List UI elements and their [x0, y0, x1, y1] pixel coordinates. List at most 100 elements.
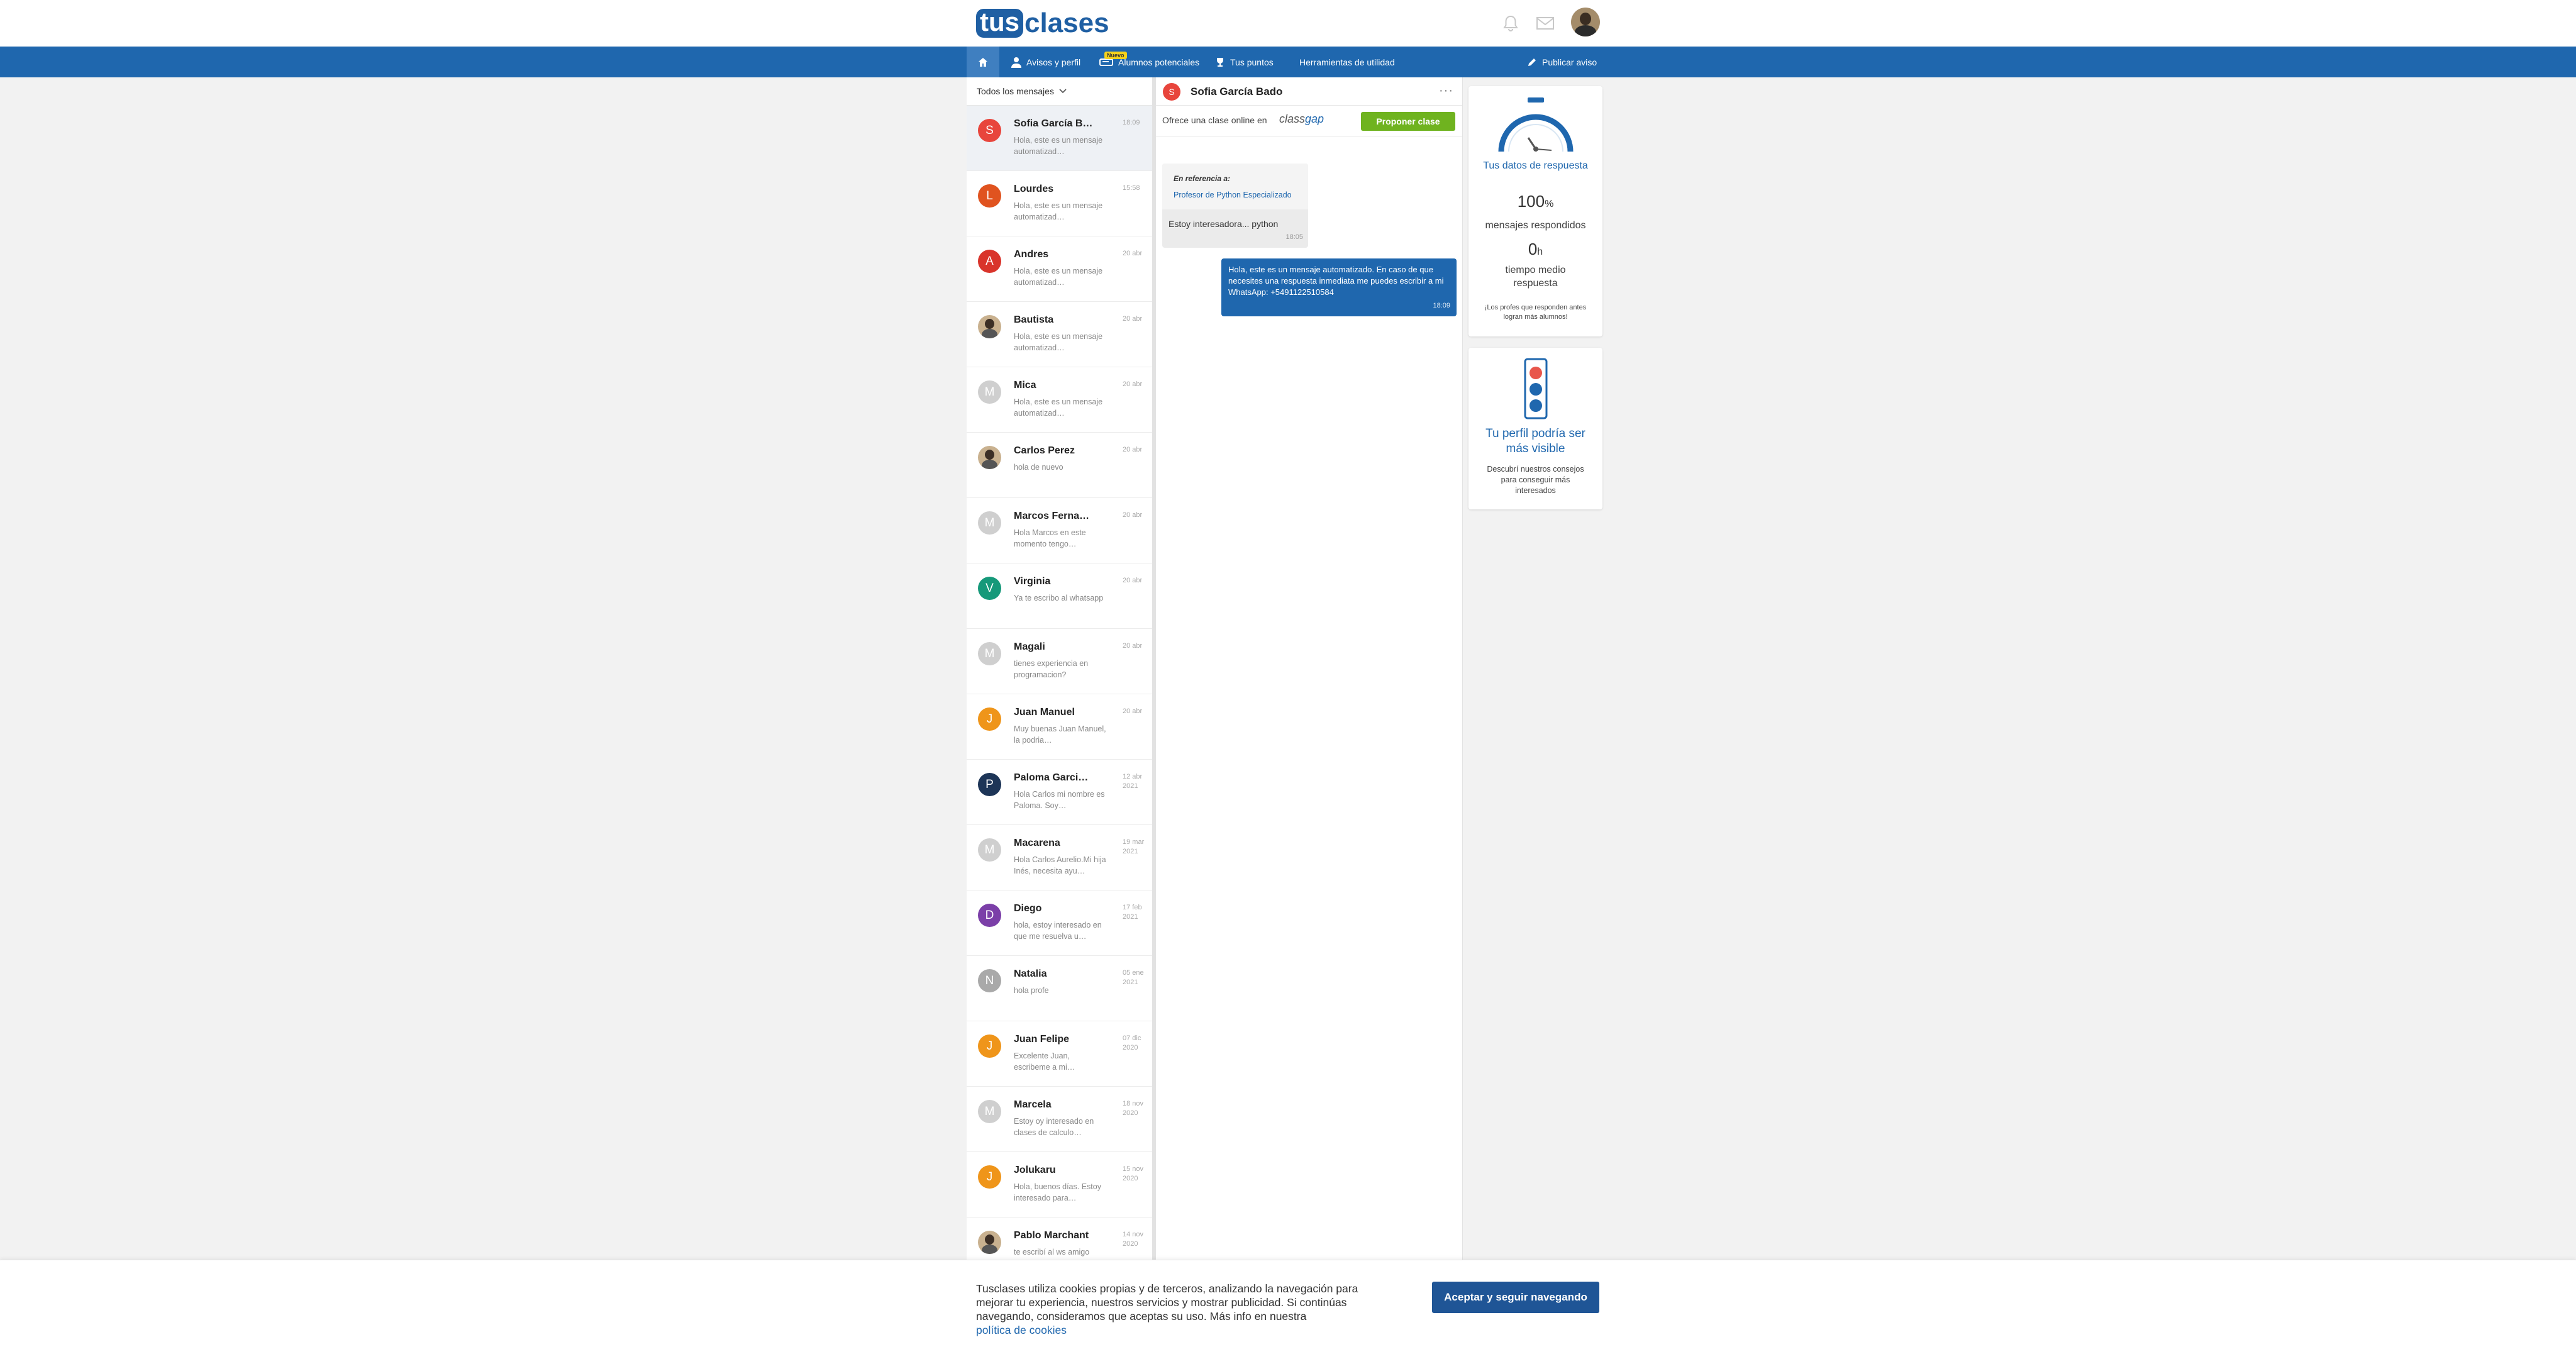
message-preview: Excelente Juan, escribeme a mi…	[1014, 1051, 1075, 1072]
conversation-item[interactable]: D Diego 17 feb 2021 hola, estoy interesado …	[967, 890, 1152, 956]
conversation-item[interactable]: M Mica 20 abr Hola, este es un mensaje auto…	[967, 367, 1152, 433]
contact-avatar: J	[978, 707, 1001, 731]
message-preview: Hola, este es un mensaje automatizad…	[1014, 136, 1103, 156]
conversation-items: S Sofia García B… 18:09 Hola, este es un me…	[967, 106, 1152, 1283]
conversation-item[interactable]: L Lourdes 15:58 Hola, este es un mensaje au…	[967, 171, 1152, 236]
conversation-item[interactable]: A Andres 20 abr Hola, este es un mensaje au…	[967, 236, 1152, 302]
conversation-item[interactable]: S Sofia García B… 18:09 Hola, este es un me…	[967, 106, 1152, 171]
user-icon	[1011, 57, 1021, 68]
contact-avatar: N	[978, 969, 1001, 992]
message-date: 07 dic 2020	[1123, 1035, 1141, 1051]
chevron-down-icon	[1059, 89, 1067, 94]
message-preview: hola, estoy interesado en que me resuelv…	[1014, 921, 1102, 941]
contact-name: Sofia García B…	[1014, 118, 1093, 129]
contact-name: Mica	[1014, 380, 1036, 391]
time-number: 0	[1528, 240, 1538, 258]
message-date: 20 abr	[1123, 577, 1143, 584]
contact-avatar: S	[1163, 83, 1180, 101]
filter-label: Todos los mensajes	[977, 86, 1054, 96]
nav-label: Alumnos potenciales	[1118, 57, 1200, 67]
nav-label: Avisos y perfil	[1026, 57, 1081, 67]
conversation-item[interactable]: V Virginia 20 abr Ya te escribo al whatsapp	[967, 563, 1152, 629]
conversation-item[interactable]: J Jolukaru 15 nov 2020 Hola, buenos días. E…	[967, 1152, 1152, 1218]
nav-publicar-aviso[interactable]: Publicar aviso	[1527, 47, 1597, 77]
contact-name: Marcos Ferna…	[1014, 511, 1090, 521]
message-preview: te escribí al ws amigo	[1014, 1248, 1090, 1256]
incoming-time: 18:05	[1285, 233, 1303, 241]
message-date: 19 mar 2021	[1123, 838, 1145, 855]
response-footnote: ¡Los profes que responden antes logran m…	[1484, 304, 1587, 321]
contact-avatar: J	[978, 1035, 1001, 1058]
user-avatar[interactable]	[1571, 8, 1600, 36]
visibility-text: Descubrí nuestros consejos para consegui…	[1487, 465, 1584, 495]
conversation-item[interactable]: M Marcos Ferna… 20 abr Hola Marcos en este …	[967, 498, 1152, 563]
contact-name: Magali	[1014, 641, 1045, 652]
nav-home[interactable]	[967, 47, 999, 77]
time-value: 0h	[1468, 240, 1602, 259]
chat-header: S Sofia García Bado ···	[1156, 77, 1462, 106]
chat-panel: S Sofia García Bado ··· Ofrece una clase…	[1156, 77, 1463, 1260]
top-header: tus clases	[0, 0, 2576, 47]
conversation-item[interactable]: P Paloma Garci… 12 abr 2021 Hola Carlos mi …	[967, 760, 1152, 825]
conversation-item[interactable]: Bautista 20 abr Hola, este es un mensaje a…	[967, 302, 1152, 367]
response-stats-card: Tus datos de respuesta 100% mensajes res…	[1468, 86, 1602, 336]
bell-icon[interactable]	[1500, 13, 1521, 34]
visibility-card[interactable]: Tu perfil podría ser más visible Descubr…	[1468, 348, 1602, 509]
reference-label: En referencia a:	[1174, 174, 1231, 183]
logo-tus: tus	[976, 9, 1023, 38]
contact-name: Andres	[1014, 249, 1049, 260]
nav-herramientas[interactable]: Herramientas de utilidad	[1299, 47, 1395, 77]
conversation-item[interactable]: M Macarena 19 mar 2021 Hola Carlos Aurelio.…	[967, 825, 1152, 890]
nav-avisos-perfil[interactable]: Avisos y perfil	[1011, 47, 1080, 77]
mail-icon[interactable]	[1535, 13, 1556, 34]
tusclases-logo[interactable]: tus clases	[976, 9, 1109, 38]
contact-avatar: P	[978, 773, 1001, 796]
offer-bar: Ofrece una clase online en classgap Prop…	[1156, 106, 1462, 136]
contact-avatar: V	[978, 577, 1001, 600]
message-preview: Hola, este es un mensaje automatizad…	[1014, 397, 1103, 418]
cookie-policy-link[interactable]: política de cookies	[976, 1324, 1067, 1336]
accept-cookies-button[interactable]: Aceptar y seguir navegando	[1432, 1282, 1599, 1313]
message-preview: Hola Carlos mi nombre es Paloma. Soy…	[1014, 790, 1105, 810]
message-date: 17 feb 2021	[1123, 904, 1142, 921]
contact-name: Juan Felipe	[1014, 1034, 1070, 1045]
contact-avatar: M	[978, 511, 1001, 535]
classgap-logo-a: class	[1279, 113, 1306, 125]
message-filter-dropdown[interactable]: Todos los mensajes	[967, 77, 1152, 106]
nav-tus-puntos[interactable]: Tus puntos	[1215, 47, 1274, 77]
message-date: 20 abr	[1123, 707, 1143, 715]
visibility-title: Tu perfil podría ser más visible	[1485, 427, 1585, 455]
conversation-item[interactable]: M Marcela 18 nov 2020 Estoy oy interesado e…	[967, 1087, 1152, 1152]
propose-class-button[interactable]: Proponer clase	[1361, 112, 1455, 131]
message-preview: Hola, buenos días. Estoy interesado para…	[1014, 1182, 1101, 1202]
conversation-item[interactable]: N Natalia 05 ene 2021 hola profe	[967, 956, 1152, 1021]
classgap-logo: classgap	[1279, 113, 1324, 126]
incoming-message: En referencia a: Profesor de Python Espe…	[1162, 164, 1308, 248]
incoming-text: Estoy interesadora... python	[1169, 219, 1279, 229]
conversation-item[interactable]: Carlos Perez 20 abr hola de nuevo	[967, 433, 1152, 498]
nav-label: Tus puntos	[1230, 57, 1274, 67]
message-preview: hola profe	[1014, 986, 1049, 995]
contact-name: Carlos Perez	[1014, 445, 1075, 456]
response-stats-title: Tus datos de respuesta	[1483, 160, 1588, 171]
message-date: 20 abr	[1123, 380, 1143, 388]
offer-text: Ofrece una clase online en	[1162, 115, 1267, 125]
conversation-item[interactable]: J Juan Felipe 07 dic 2020 Excelente Juan, e…	[967, 1021, 1152, 1087]
message-date: 05 ene 2021	[1123, 969, 1144, 986]
outgoing-text: Hola, este es un mensaje automatizado. E…	[1228, 265, 1444, 297]
message-date: 18:09	[1123, 119, 1140, 126]
contact-avatar: A	[978, 250, 1001, 273]
contact-name: Marcela	[1014, 1099, 1052, 1110]
message-date: 15 nov 2020	[1123, 1165, 1144, 1182]
message-preview: Hola, este es un mensaje automatizad…	[1014, 332, 1103, 352]
message-date: 12 abr 2021	[1123, 773, 1143, 790]
more-options-icon[interactable]: ···	[1439, 84, 1453, 98]
classgap-logo-b: gap	[1305, 113, 1324, 125]
contact-name: Virginia	[1014, 576, 1051, 587]
conversation-item[interactable]: J Juan Manuel 20 abr Muy buenas Juan Manuel…	[967, 694, 1152, 760]
contact-avatar: S	[978, 119, 1001, 142]
stopwatch-icon	[1498, 97, 1574, 152]
percent-label: mensajes respondidos	[1485, 220, 1586, 231]
reference-link[interactable]: Profesor de Python Especializado	[1174, 191, 1292, 199]
conversation-item[interactable]: M Magali 20 abr tienes experiencia en progr…	[967, 629, 1152, 694]
